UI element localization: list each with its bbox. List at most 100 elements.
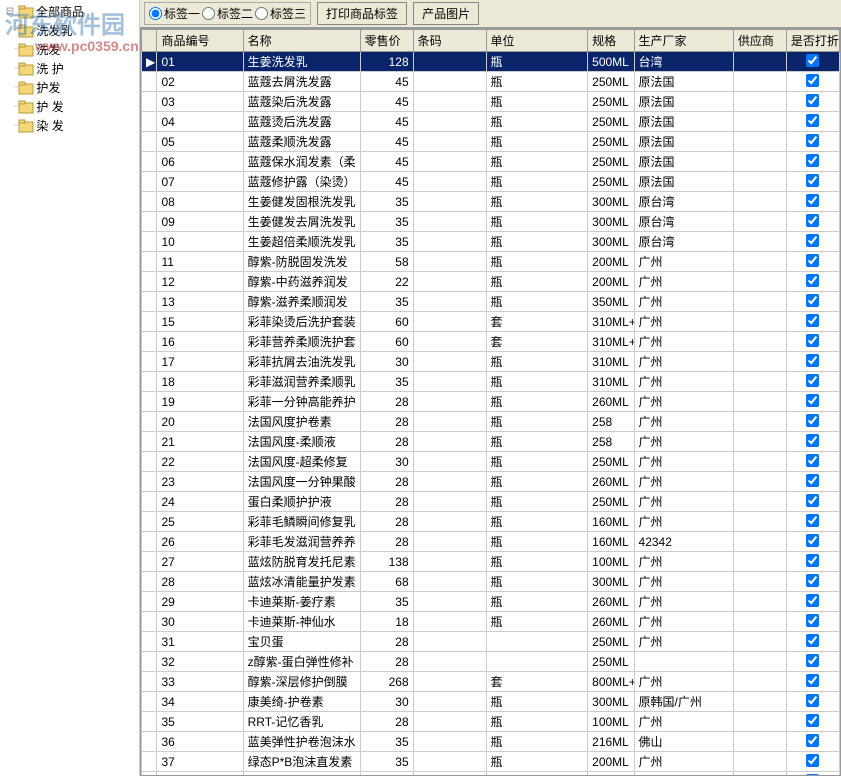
cell-spec[interactable]: 250ML <box>588 152 634 172</box>
cell-id[interactable]: 05 <box>157 132 243 152</box>
cell-supplier[interactable] <box>733 92 786 112</box>
cell-price[interactable]: 45 <box>360 92 413 112</box>
table-row[interactable]: 06蓝蔻保水润发素（柔45瓶250ML原法国 <box>142 152 840 172</box>
cell-unit[interactable]: 瓶 <box>486 352 588 372</box>
cell-maker[interactable]: 广州 <box>634 752 733 772</box>
cell-name[interactable]: 彩菲毛鳞瞬间修复乳 <box>243 512 360 532</box>
cell-barcode[interactable] <box>413 632 486 652</box>
cell-supplier[interactable] <box>733 592 786 612</box>
discount-checkbox[interactable] <box>806 574 819 587</box>
cell-id[interactable]: 32 <box>157 652 243 672</box>
cell-barcode[interactable] <box>413 712 486 732</box>
cell-name[interactable]: 醇紫-防脱固发洗发 <box>243 252 360 272</box>
cell-unit[interactable]: 瓶 <box>486 232 588 252</box>
table-row[interactable]: 27蓝炫防脱育发托尼素138瓶100ML广州 <box>142 552 840 572</box>
cell-barcode[interactable] <box>413 512 486 532</box>
cell-name[interactable]: 蓝蔻保水润发素（柔 <box>243 152 360 172</box>
cell-name[interactable]: 彩菲一分钟高能养护 <box>243 392 360 412</box>
cell-price[interactable]: 35 <box>360 192 413 212</box>
tree-item[interactable]: ┈护发 <box>2 78 137 97</box>
cell-unit[interactable]: 瓶 <box>486 592 588 612</box>
cell-spec[interactable]: 250ML <box>588 132 634 152</box>
cell-price[interactable]: 45 <box>360 152 413 172</box>
cell-price[interactable]: 38 <box>360 772 413 776</box>
cell-spec[interactable]: 216ML <box>588 772 634 776</box>
cell-spec[interactable]: 260ML <box>588 592 634 612</box>
cell-discount[interactable] <box>786 132 839 152</box>
discount-checkbox[interactable] <box>806 234 819 247</box>
cell-barcode[interactable] <box>413 472 486 492</box>
cell-price[interactable]: 138 <box>360 552 413 572</box>
cell-unit[interactable]: 套 <box>486 672 588 692</box>
cell-name[interactable]: 蓝炫防脱育发托尼素 <box>243 552 360 572</box>
cell-supplier[interactable] <box>733 652 786 672</box>
cell-discount[interactable] <box>786 112 839 132</box>
cell-maker[interactable]: 佛山 <box>634 732 733 752</box>
cell-name[interactable]: 彩菲染烫后洗护套装 <box>243 312 360 332</box>
table-row[interactable]: 37绿态P*B泡沫直发素35瓶200ML广州 <box>142 752 840 772</box>
cell-spec[interactable]: 250ML <box>588 452 634 472</box>
cell-barcode[interactable] <box>413 172 486 192</box>
table-row[interactable]: 05蓝蔻柔顺洗发露45瓶250ML原法国 <box>142 132 840 152</box>
cell-name[interactable]: 蛋白柔顺护护液 <box>243 492 360 512</box>
tree-root[interactable]: ⊟ 全部商品 <box>2 2 137 21</box>
cell-price[interactable]: 28 <box>360 432 413 452</box>
cell-discount[interactable] <box>786 392 839 412</box>
cell-unit[interactable]: 瓶 <box>486 132 588 152</box>
cell-supplier[interactable] <box>733 552 786 572</box>
cell-maker[interactable]: 广州 <box>634 352 733 372</box>
cell-price[interactable]: 60 <box>360 312 413 332</box>
cell-supplier[interactable] <box>733 252 786 272</box>
cell-id[interactable]: 04 <box>157 112 243 132</box>
cell-maker[interactable]: 广州 <box>634 552 733 572</box>
cell-name[interactable]: 彩菲毛发滋润营养养 <box>243 532 360 552</box>
radio-1[interactable] <box>149 7 162 20</box>
cell-maker[interactable]: 广州 <box>634 612 733 632</box>
cell-id[interactable]: 22 <box>157 452 243 472</box>
cell-spec[interactable]: 300ML <box>588 192 634 212</box>
cell-price[interactable]: 128 <box>360 52 413 72</box>
table-row[interactable]: 34康美绮-护卷素30瓶300ML原韩国/广州 <box>142 692 840 712</box>
cell-spec[interactable]: 250ML <box>588 172 634 192</box>
cell-price[interactable]: 35 <box>360 372 413 392</box>
cell-supplier[interactable] <box>733 572 786 592</box>
cell-spec[interactable]: 260ML <box>588 612 634 632</box>
cell-name[interactable]: 绿态P*B造型狂 <box>243 772 360 776</box>
cell-barcode[interactable] <box>413 372 486 392</box>
discount-checkbox[interactable] <box>806 514 819 527</box>
cell-maker[interactable]: 广州 <box>634 412 733 432</box>
cell-id[interactable]: 26 <box>157 532 243 552</box>
cell-supplier[interactable] <box>733 412 786 432</box>
discount-checkbox[interactable] <box>806 314 819 327</box>
discount-checkbox[interactable] <box>806 94 819 107</box>
cell-price[interactable]: 45 <box>360 112 413 132</box>
cell-discount[interactable] <box>786 612 839 632</box>
cell-spec[interactable]: 310ML+ <box>588 312 634 332</box>
print-label-button[interactable]: 打印商品标签 <box>317 2 407 25</box>
cell-spec[interactable]: 260ML <box>588 472 634 492</box>
table-row[interactable]: 15彩菲染烫后洗护套装60套310ML+广州 <box>142 312 840 332</box>
cell-barcode[interactable] <box>413 52 486 72</box>
cell-spec[interactable]: 350ML <box>588 292 634 312</box>
cell-price[interactable]: 28 <box>360 532 413 552</box>
cell-unit[interactable]: 瓶 <box>486 572 588 592</box>
tree-item[interactable]: ┈护 发 <box>2 97 137 116</box>
cell-barcode[interactable] <box>413 532 486 552</box>
table-row[interactable]: 21法国风度-柔顺液28瓶258广州 <box>142 432 840 452</box>
discount-checkbox[interactable] <box>806 274 819 287</box>
cell-barcode[interactable] <box>413 412 486 432</box>
cell-maker[interactable]: 广州 <box>634 432 733 452</box>
cell-spec[interactable]: 310ML+ <box>588 332 634 352</box>
cell-barcode[interactable] <box>413 252 486 272</box>
cell-price[interactable]: 45 <box>360 172 413 192</box>
table-row[interactable]: 03蓝蔻染后洗发露45瓶250ML原法国 <box>142 92 840 112</box>
radio-2[interactable] <box>202 7 215 20</box>
cell-name[interactable]: 蓝蔻修护露（染烫） <box>243 172 360 192</box>
table-row[interactable]: 35RRT-记忆香乳28瓶100ML广州 <box>142 712 840 732</box>
cell-unit[interactable]: 瓶 <box>486 752 588 772</box>
cell-name[interactable]: 生姜健发去屑洗发乳 <box>243 212 360 232</box>
cell-barcode[interactable] <box>413 772 486 776</box>
column-header[interactable]: 是否打折 <box>786 30 839 52</box>
cell-discount[interactable] <box>786 52 839 72</box>
discount-checkbox[interactable] <box>806 74 819 87</box>
